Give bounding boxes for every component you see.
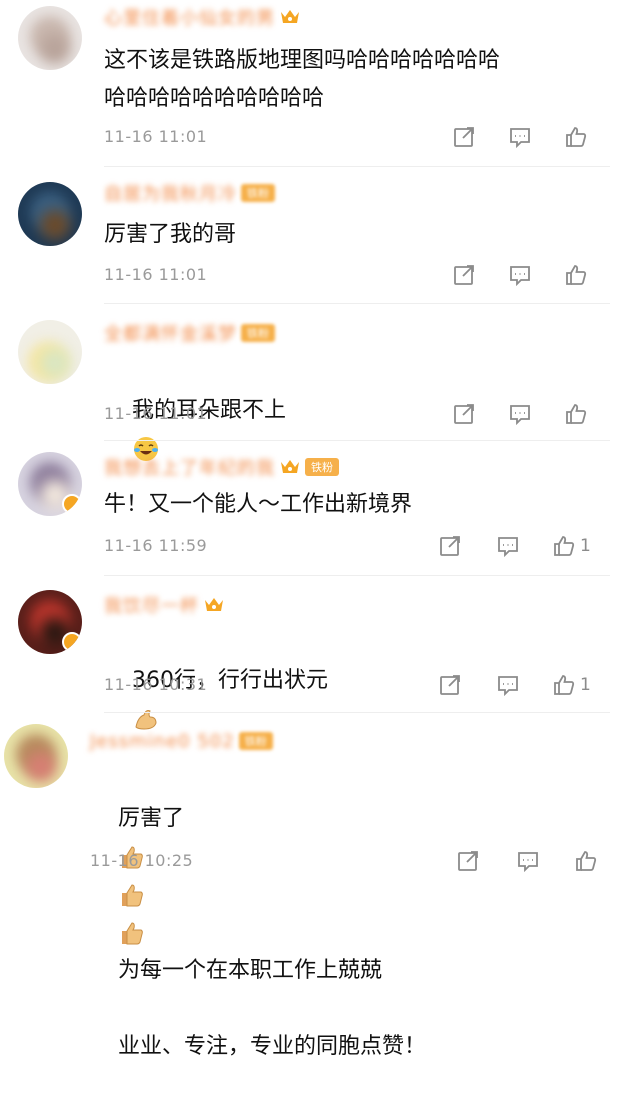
like-button[interactable]: 1: [552, 533, 591, 559]
repost-icon: [454, 265, 474, 285]
fan-badge: 铁粉: [305, 458, 339, 476]
comment-time: 11-16 11:59: [104, 536, 208, 555]
divider: [104, 440, 610, 441]
username[interactable]: 我想去上了年纪的我: [104, 454, 275, 480]
comment-text-content: 为每一个在本职工作上兢兢: [117, 958, 382, 983]
like-count: 1: [580, 536, 591, 556]
comment-time: 11-16 11:01: [104, 265, 208, 284]
avatar[interactable]: [4, 724, 68, 788]
username[interactable]: Jessmine0 502: [90, 731, 235, 752]
comment-icon: [510, 128, 530, 149]
verified-badge: [62, 494, 82, 514]
fan-badge: 铁粉: [241, 184, 275, 202]
comment-button[interactable]: [496, 672, 520, 698]
comment-button[interactable]: [516, 848, 540, 874]
avatar[interactable]: [18, 452, 82, 516]
fan-badge: 铁粉: [241, 324, 275, 342]
thumbs-up-emoji: [121, 922, 143, 945]
comment-time: 11-16 11:01: [104, 404, 208, 423]
verified-badge: [62, 632, 82, 652]
repost-icon: [458, 851, 478, 871]
repost-icon: [454, 404, 474, 424]
username[interactable]: 自居为我秋月冷: [104, 180, 237, 206]
avatar[interactable]: [18, 182, 82, 246]
fan-badge: 铁粉: [238, 732, 273, 750]
thumbs-up-icon: [566, 404, 587, 424]
divider: [104, 303, 610, 304]
avatar[interactable]: [18, 6, 82, 70]
comment-text: 厉害了我的哥: [104, 222, 237, 247]
username[interactable]: 全都满怀金溪梦: [104, 320, 237, 346]
comment-text-content: 业业、专注，专业的同胞点赞！: [117, 1034, 426, 1059]
comment-time: 11-16 10:31: [104, 675, 208, 694]
repost-icon: [454, 127, 474, 147]
repost-icon: [440, 675, 460, 695]
avatar[interactable]: [18, 590, 82, 654]
thumbs-up-icon: [566, 265, 587, 285]
comment-time: 11-16 10:25: [90, 851, 194, 870]
username[interactable]: 心里住着小仙女的男: [104, 4, 275, 30]
comment-text: 我的耳朵跟不上: [104, 354, 614, 506]
repost-button[interactable]: [438, 672, 462, 698]
comment-text: 牛！又一个能人～工作出新境界: [104, 492, 413, 517]
comment-button[interactable]: [496, 533, 520, 559]
crown-icon: [203, 596, 225, 614]
thumbs-up-icon: [566, 127, 587, 147]
thumbs-up-icon: [576, 851, 597, 871]
comment-icon: [510, 405, 530, 426]
comment-text: 这不该是铁路版地理图吗哈哈哈哈哈哈哈 哈哈哈哈哈哈哈哈哈哈: [104, 48, 501, 111]
crown-icon: [279, 8, 301, 26]
repost-icon: [440, 536, 460, 556]
username[interactable]: 我饮尽一杯: [104, 592, 199, 618]
divider: [104, 575, 610, 576]
comment-text: 厉害了 为每一个在本职工作上兢兢 业业、专注，专业的同胞点赞！: [90, 762, 620, 1104]
repost-button[interactable]: [456, 848, 480, 874]
repost-button[interactable]: [452, 401, 476, 427]
comment-time: 11-16 11:01: [104, 127, 208, 146]
comment-button[interactable]: [508, 401, 532, 427]
like-button[interactable]: [564, 124, 592, 150]
like-count: 1: [580, 675, 591, 695]
comment-icon: [498, 676, 518, 697]
like-button[interactable]: [564, 401, 592, 427]
crown-icon: [279, 458, 301, 476]
thumbs-up-emoji: [121, 884, 143, 907]
repost-button[interactable]: [438, 533, 462, 559]
comment-button[interactable]: [508, 124, 532, 150]
comment-button[interactable]: [508, 262, 532, 288]
comment-icon: [510, 266, 530, 287]
divider: [104, 712, 610, 713]
comment-icon: [518, 852, 538, 873]
comment-text-content: 厉害了: [117, 806, 184, 831]
repost-button[interactable]: [452, 262, 476, 288]
like-button[interactable]: [574, 848, 602, 874]
thumbs-up-icon: [554, 675, 575, 695]
like-button[interactable]: [564, 262, 592, 288]
repost-button[interactable]: [452, 124, 476, 150]
comment-icon: [498, 537, 518, 558]
like-button[interactable]: 1: [552, 672, 591, 698]
divider: [104, 166, 610, 167]
thumbs-up-icon: [554, 536, 575, 556]
avatar[interactable]: [18, 320, 82, 384]
